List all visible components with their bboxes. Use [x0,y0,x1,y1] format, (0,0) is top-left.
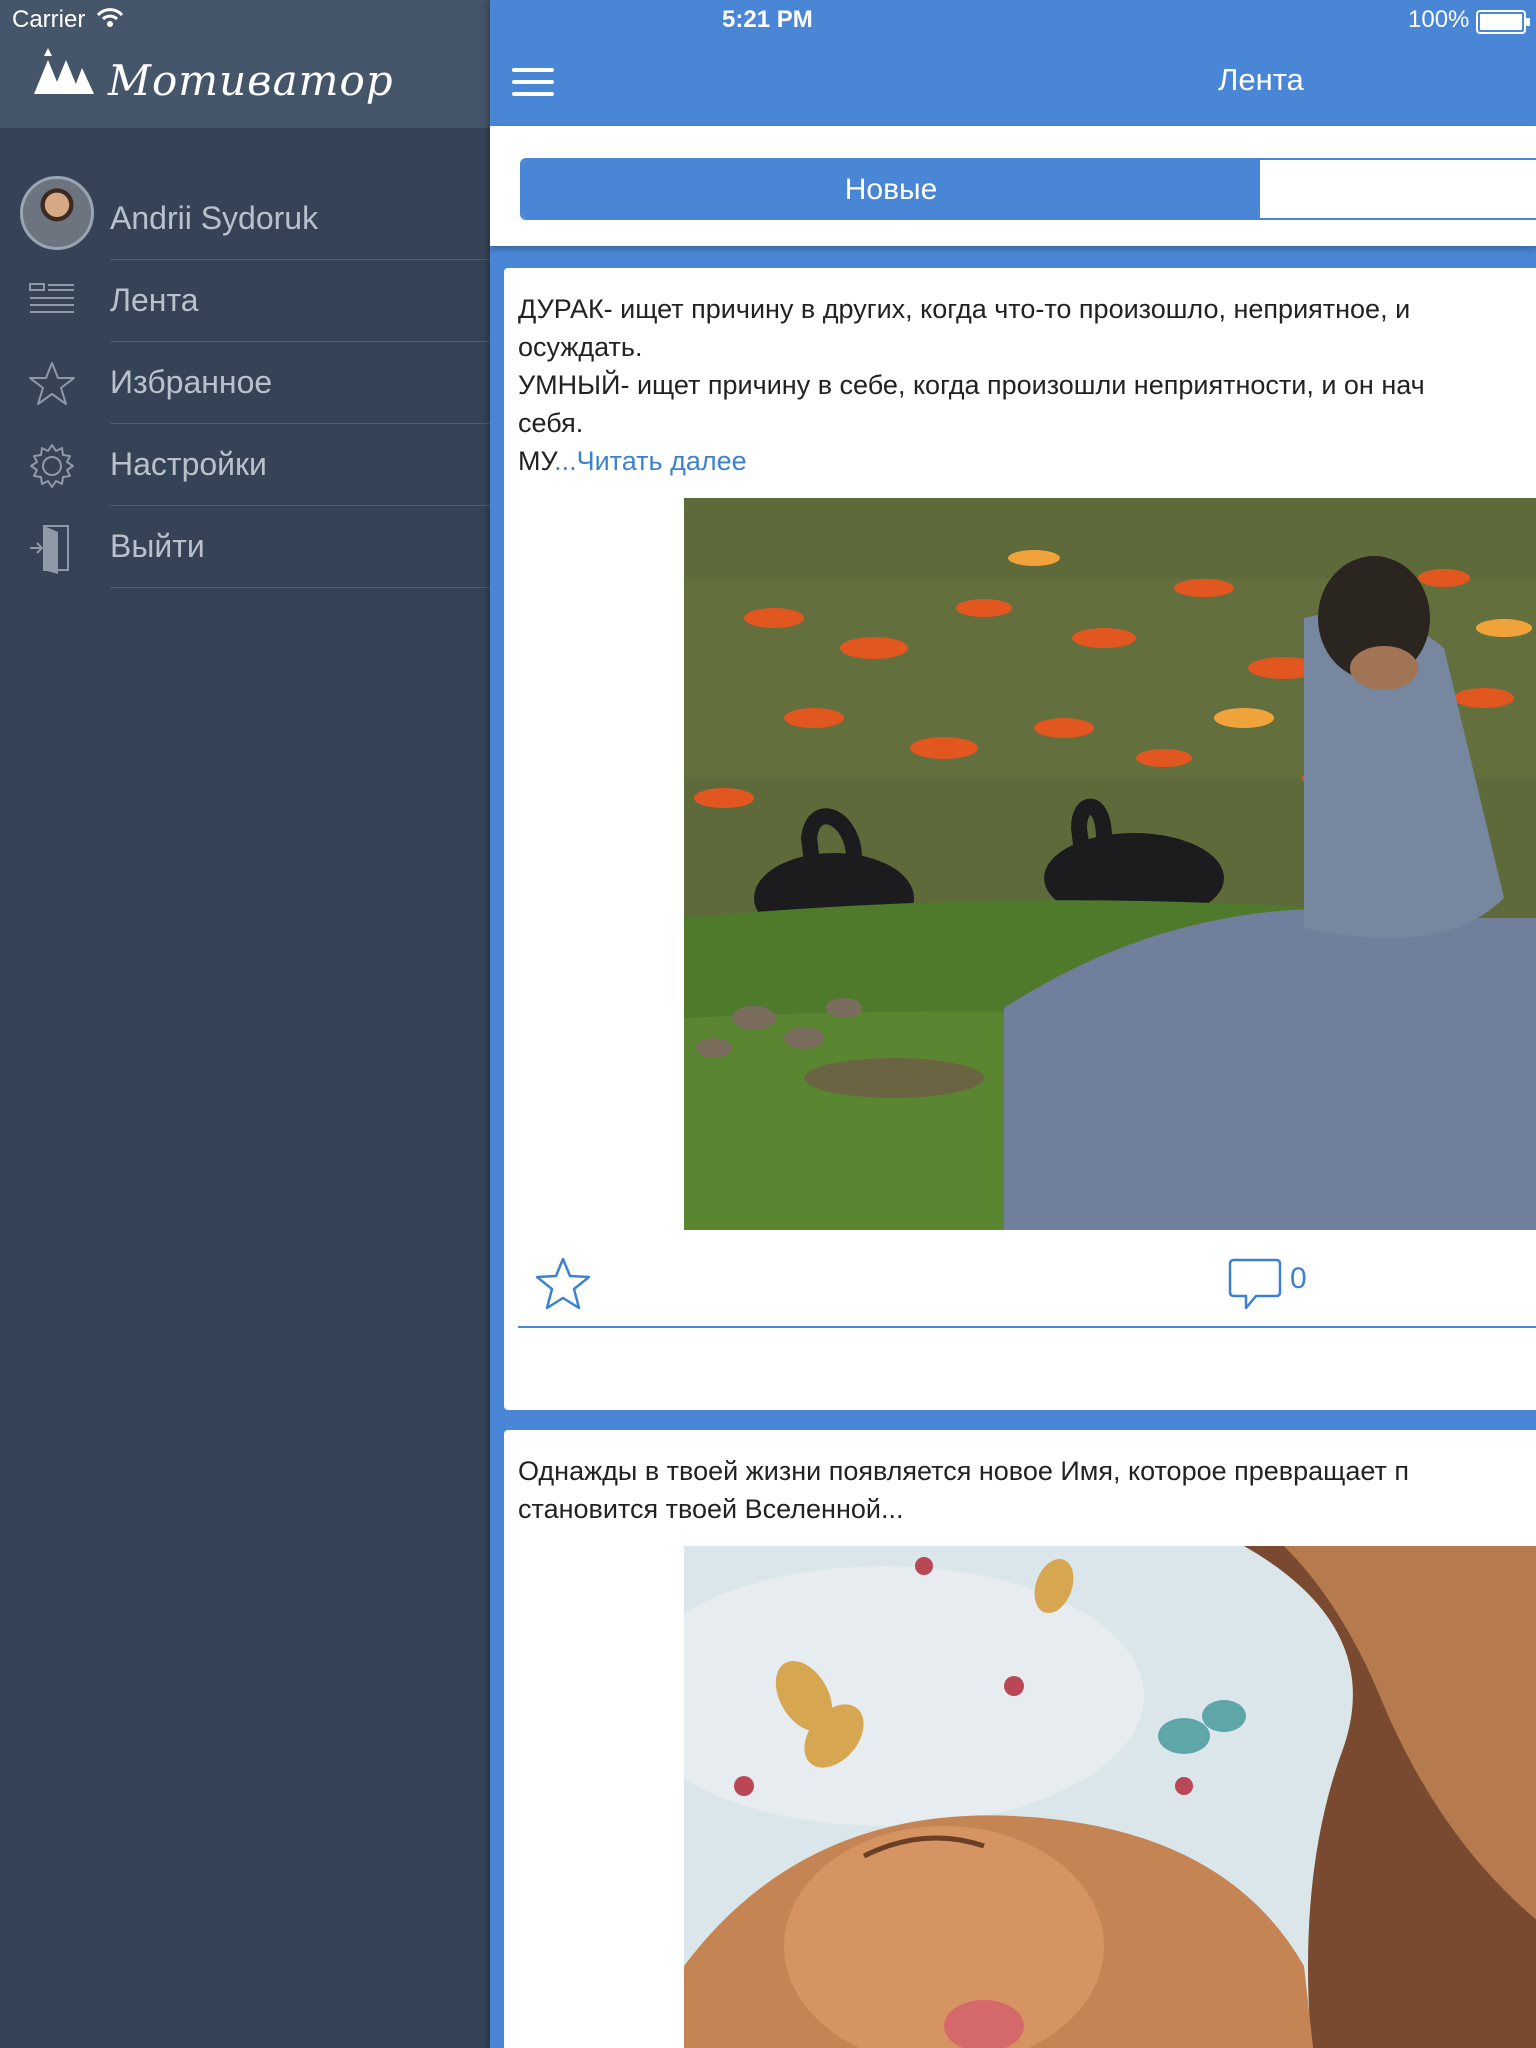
star-icon [29,362,75,405]
battery-level: 100% [1408,6,1470,33]
sidebar: Carrier Мотиватор Andrii Sydoruk Лента И… [0,0,490,2048]
sidebar-item-settings[interactable]: Настройки [0,424,490,506]
favorite-star-icon[interactable] [534,1256,592,1312]
post-text: ДУРАК- ищет причину в других, когда что-… [518,294,1425,476]
post-card: Однажды в твоей жизни появляется новое И… [504,1430,1536,2048]
sidebar-item-label: Избранное [110,364,273,400]
segmented-control: Новые [520,158,1536,220]
sidebar-item-label: Выйти [110,528,205,564]
main-panel: 5:21 PM 100% Лента Новые ДУРАК- ищет при… [490,0,1536,2048]
post-text: Однажды в твоей жизни появляется новое И… [518,1456,1409,1524]
post-image[interactable] [684,1546,1536,2048]
card-divider [518,1326,1536,1328]
post-image-illustration [684,1546,1536,2048]
status-time: 5:21 PM [722,6,813,33]
logout-icon [30,525,69,574]
post-image[interactable] [684,498,1536,1230]
battery-icon [1476,10,1530,34]
page-title: Лента [1218,62,1304,97]
logo-text: Мотиватор [108,56,394,105]
comment-count: 0 [1290,1262,1307,1295]
sidebar-item-feed[interactable]: Лента [0,260,490,342]
gear-icon [30,444,74,488]
read-more-link[interactable]: ...Читать далее [554,446,747,476]
post-card: ДУРАК- ищет причину в других, когда что-… [504,268,1536,1410]
wifi-icon [96,8,124,27]
carrier-label: Carrier [12,6,86,33]
sidebar-header: Carrier Мотиватор [0,0,490,128]
sidebar-item-label: Лента [110,282,199,318]
feed-icon [29,283,74,313]
sidebar-item-label: Настройки [110,446,267,482]
segment-new[interactable]: Новые [522,160,1260,218]
segment-bar: Новые [490,126,1536,246]
sidebar-item-favorites[interactable]: Избранное [0,342,490,424]
menu-button[interactable] [512,66,556,102]
post-image-illustration [684,498,1536,1230]
profile-name: Andrii Sydoruk [110,200,319,236]
sidebar-item-logout[interactable]: Выйти [0,506,490,588]
avatar[interactable] [20,176,94,250]
logo-icon [34,48,94,94]
comment-icon[interactable] [1228,1256,1282,1312]
